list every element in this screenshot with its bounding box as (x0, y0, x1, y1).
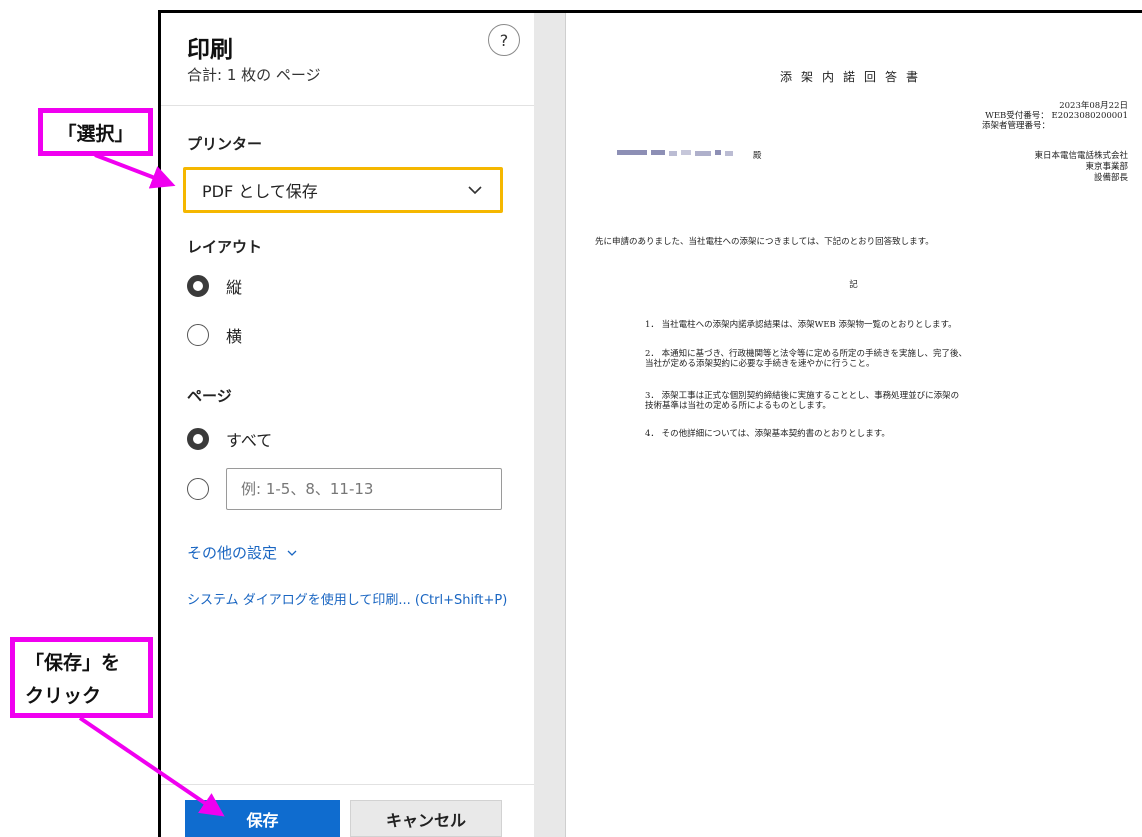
printer-dropdown[interactable]: PDF として保存 (183, 167, 503, 213)
doc-web-number-line: WEB受付番号： E2023080200001 (985, 111, 1128, 121)
doc-title: 添架内諾回答書 (779, 70, 927, 84)
save-button[interactable]: 保存 (185, 800, 340, 837)
cancel-button[interactable]: キャンセル (350, 800, 502, 837)
page-range-input[interactable] (226, 468, 502, 510)
preview-gutter (534, 13, 565, 837)
help-button[interactable]: ? (488, 24, 520, 56)
system-dialog-link[interactable]: システム ダイアログを使用して印刷... (Ctrl+Shift+P) (187, 589, 507, 608)
pages-all-option[interactable]: すべて (187, 427, 272, 451)
dialog-title: 印刷 (187, 37, 233, 63)
radio-pages-all[interactable] (187, 428, 209, 450)
portrait-label: 縦 (226, 278, 243, 297)
more-settings-label: その他の設定 (187, 544, 278, 562)
chevron-down-icon (287, 550, 297, 556)
doc-manager-label: 添架者管理番号： (981, 121, 1050, 131)
doc-company: 東日本電信電話株式会社 (1034, 151, 1128, 161)
layout-label: レイアウト (187, 238, 263, 256)
printer-label: プリンター (187, 135, 263, 153)
callout-save-line2: クリック (25, 685, 102, 707)
doc-position: 設備部長 (1093, 173, 1128, 183)
doc-item-3-cont: 技術基準は当社の定める所によるものとします。 (645, 401, 831, 411)
doc-body: 先に申請のありました、当社電柱への添架につきましては、下記のとおり回答致します。 (595, 237, 934, 247)
chevron-down-icon (468, 186, 482, 195)
doc-item-2-cont: 当社が定める添架契約に必要な手続きを速やかに行うこと。 (645, 359, 875, 369)
callout-select-text: 「選択」 (57, 122, 134, 145)
radio-landscape[interactable] (187, 324, 209, 346)
pages-all-label: すべて (226, 431, 273, 450)
doc-item-3: 3． 添架工事は正式な個別契約締結後に実施することとし、事務処理並びに添架の (645, 391, 960, 401)
radio-portrait[interactable] (187, 275, 209, 297)
doc-dept: 東京事業部 (1085, 162, 1128, 172)
callout-save: 「保存」を クリック (10, 637, 153, 718)
pages-custom-option[interactable] (187, 478, 226, 500)
layout-landscape-option[interactable]: 横 (187, 323, 242, 347)
help-icon: ? (499, 30, 509, 50)
more-settings-link[interactable]: その他の設定 (187, 542, 298, 563)
radio-pages-custom[interactable] (187, 478, 209, 500)
doc-web-label: WEB受付番号： (985, 111, 1049, 121)
page-count: 合計: 1 枚の ページ (187, 66, 321, 84)
doc-web-number: E2023080200001 (1051, 111, 1128, 121)
callout-select: 「選択」 (38, 108, 153, 156)
doc-item-4: 4． その他詳細については、添架基本契約書のとおりとします。 (645, 429, 890, 439)
layout-portrait-option[interactable]: 縦 (187, 274, 242, 298)
callout-save-line1: 「保存」を (25, 652, 121, 674)
header-divider (161, 105, 534, 106)
doc-item-1: 1． 当社電柱への添架内諾承認結果は、添架WEB 添架物一覧のとおりとします。 (645, 320, 957, 330)
pages-label: ページ (187, 387, 232, 405)
doc-ki: 記 (849, 280, 858, 290)
landscape-label: 横 (226, 327, 243, 346)
printer-selected-value: PDF として保存 (202, 182, 318, 201)
redacted-addressee (617, 149, 742, 157)
doc-date: 2023年08月22日 (1059, 101, 1128, 111)
doc-addressee-suffix: 殿 (753, 151, 762, 161)
doc-item-2: 2． 本通知に基づき、行政機関等と法令等に定める所定の手続きを実施し、完了後、 (645, 349, 968, 359)
footer-divider (161, 784, 534, 785)
document-preview: 添架内諾回答書 2023年08月22日 WEB受付番号： E2023080200… (565, 13, 1142, 837)
